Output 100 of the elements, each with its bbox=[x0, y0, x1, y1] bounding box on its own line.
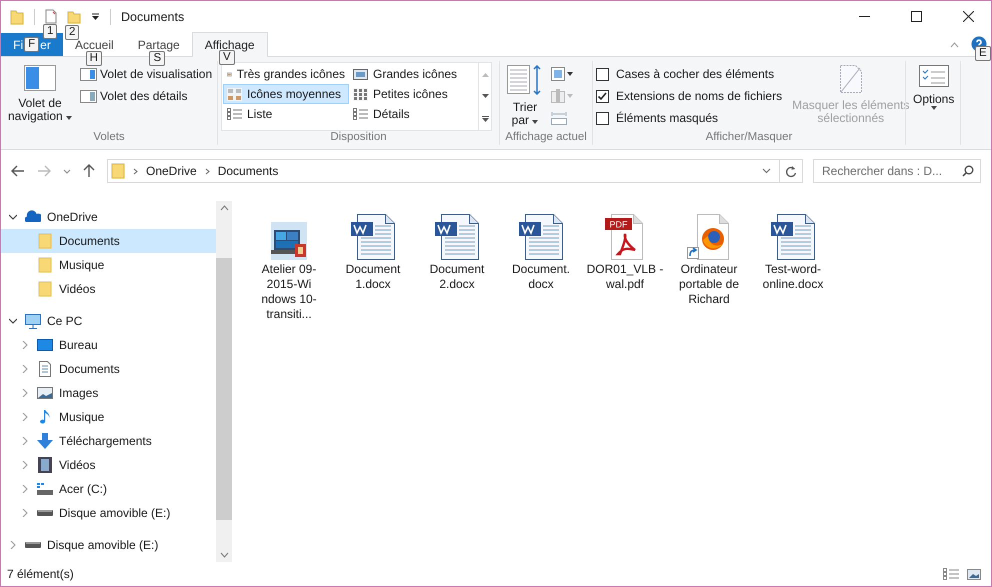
word-document-icon bbox=[349, 214, 397, 260]
refresh-button[interactable] bbox=[779, 159, 803, 183]
drive-icon bbox=[37, 481, 53, 497]
nav-item[interactable]: Bureau bbox=[1, 333, 216, 357]
file-item[interactable]: Atelier 09-2015-Wi ndows 10-transiti... bbox=[248, 211, 330, 323]
address-bar[interactable]: OneDrive Documents bbox=[107, 159, 780, 183]
maximize-icon bbox=[910, 11, 922, 22]
chevron-icon[interactable] bbox=[133, 168, 138, 174]
drive-icon bbox=[37, 510, 53, 516]
desktop-icon bbox=[37, 337, 53, 353]
view-icon bbox=[353, 108, 368, 120]
chevron-icon[interactable] bbox=[9, 317, 17, 325]
nav-item[interactable]: Vidéos bbox=[1, 453, 216, 477]
breadcrumb[interactable]: Documents bbox=[218, 164, 278, 178]
close-icon bbox=[962, 11, 974, 22]
file-item[interactable]: Document. docx bbox=[500, 211, 582, 293]
keytip: S bbox=[149, 51, 166, 66]
group-by-icon[interactable] bbox=[551, 67, 573, 81]
nav-item[interactable]: Disque amovible (E:) bbox=[1, 501, 216, 525]
nav-item[interactable]: Documents bbox=[1, 357, 216, 381]
new-folder-icon[interactable] bbox=[67, 10, 81, 24]
image-icon bbox=[37, 385, 53, 401]
scrollbar-thumb[interactable] bbox=[216, 258, 232, 520]
nav-item[interactable]: OneDrive bbox=[1, 205, 216, 229]
window-title: Documents bbox=[121, 10, 184, 24]
caret-icon bbox=[930, 106, 937, 110]
nav-item[interactable]: Téléchargements bbox=[1, 429, 216, 453]
folder-icon bbox=[111, 163, 125, 179]
breadcrumb[interactable]: OneDrive bbox=[146, 164, 197, 178]
group-label: Volets bbox=[92, 131, 126, 145]
search-icon[interactable] bbox=[962, 165, 974, 177]
nav-item[interactable]: Disque amovible (E:) bbox=[1, 533, 216, 557]
scroll-down-icon[interactable] bbox=[220, 552, 228, 558]
layout-option[interactable]: Grandes icônes bbox=[349, 64, 477, 84]
pane-button[interactable]: Volet des détails bbox=[80, 87, 212, 105]
film-icon bbox=[37, 457, 53, 473]
folder-icon bbox=[10, 8, 24, 24]
file-item[interactable]: Ordinateur portable de Richard bbox=[668, 211, 750, 308]
navigation-pane-button[interactable]: Volet de navigation bbox=[4, 61, 76, 131]
keytip: V bbox=[219, 50, 235, 65]
file-item[interactable]: Test-word- online.docx bbox=[752, 211, 834, 293]
back-icon[interactable] bbox=[11, 165, 25, 177]
collapse-ribbon-icon[interactable] bbox=[950, 42, 959, 48]
group-label: Disposition bbox=[329, 131, 388, 145]
search-field[interactable]: Rechercher dans : D... bbox=[813, 159, 981, 183]
file-item[interactable]: Document 1.docx bbox=[332, 211, 414, 293]
layout-option[interactable]: Liste bbox=[223, 104, 349, 124]
size-columns-icon bbox=[551, 111, 567, 125]
group-label: Afficher/Masquer bbox=[704, 131, 794, 145]
sort-button[interactable]: Trier par bbox=[503, 61, 547, 131]
chevron-icon[interactable] bbox=[204, 168, 210, 174]
drive-icon bbox=[25, 542, 41, 548]
group-label: Affichage actuel bbox=[504, 131, 588, 145]
file-item[interactable]: PDF DOR01_VLB -wal.pdf bbox=[584, 211, 666, 293]
nav-item[interactable]: Images bbox=[1, 381, 216, 405]
view-icon bbox=[227, 88, 242, 100]
nav-item[interactable]: Musique bbox=[1, 405, 216, 429]
view-icon bbox=[353, 88, 368, 100]
nav-item[interactable]: Musique bbox=[1, 253, 216, 277]
pane-button[interactable]: Volet de visualisation bbox=[80, 65, 212, 83]
pane-layout-icon bbox=[80, 90, 98, 102]
large-icons-view-icon[interactable] bbox=[967, 568, 981, 580]
layout-option[interactable]: Icônes moyennes bbox=[223, 84, 349, 104]
checklist-icon bbox=[918, 65, 949, 87]
page-icon bbox=[840, 65, 862, 93]
view-icon bbox=[227, 108, 242, 120]
browser-file-icon bbox=[697, 214, 729, 260]
file-tab[interactable]: Fi F er bbox=[1, 33, 63, 56]
up-icon[interactable] bbox=[83, 164, 95, 178]
word-document-icon bbox=[769, 214, 817, 260]
nav-item[interactable]: Acer (C:) bbox=[1, 477, 216, 501]
nav-item[interactable]: Documents bbox=[1, 229, 216, 253]
refresh-icon bbox=[785, 164, 797, 178]
keytip: E bbox=[975, 46, 991, 61]
layout-option[interactable]: Petites icônes bbox=[349, 84, 477, 104]
recent-locations-icon[interactable] bbox=[63, 168, 71, 174]
expand-gallery-icon[interactable] bbox=[482, 116, 488, 122]
pane-layout-icon bbox=[24, 65, 56, 91]
folder-icon bbox=[37, 233, 53, 249]
folder-icon bbox=[37, 281, 53, 297]
layout-option[interactable]: Détails bbox=[349, 104, 477, 124]
keytip: F bbox=[24, 37, 40, 52]
folder-icon bbox=[37, 257, 53, 273]
dropdown-icon[interactable] bbox=[91, 12, 100, 20]
option-checkbox[interactable]: Extensions de noms de fichiers bbox=[596, 87, 782, 105]
nav-item[interactable]: Vidéos bbox=[1, 277, 216, 301]
option-checkbox[interactable]: Cases à cocher des éléments bbox=[596, 65, 782, 83]
nav-item[interactable]: Ce PC bbox=[1, 309, 216, 333]
forward-icon bbox=[37, 165, 51, 177]
scroll-down-icon[interactable] bbox=[482, 94, 488, 98]
monitor-icon bbox=[25, 313, 41, 329]
scroll-up-icon[interactable] bbox=[220, 205, 228, 211]
pdf-badge: PDF bbox=[605, 218, 632, 230]
option-checkbox[interactable]: Éléments masqués bbox=[596, 109, 782, 127]
sort-icon bbox=[507, 65, 543, 95]
properties-icon[interactable] bbox=[45, 9, 57, 24]
file-item[interactable]: Document 2.docx bbox=[416, 211, 498, 293]
chevron-icon[interactable] bbox=[9, 213, 17, 221]
layout-option[interactable]: Très grandes icônes bbox=[223, 64, 349, 84]
details-view-icon[interactable] bbox=[943, 568, 959, 580]
